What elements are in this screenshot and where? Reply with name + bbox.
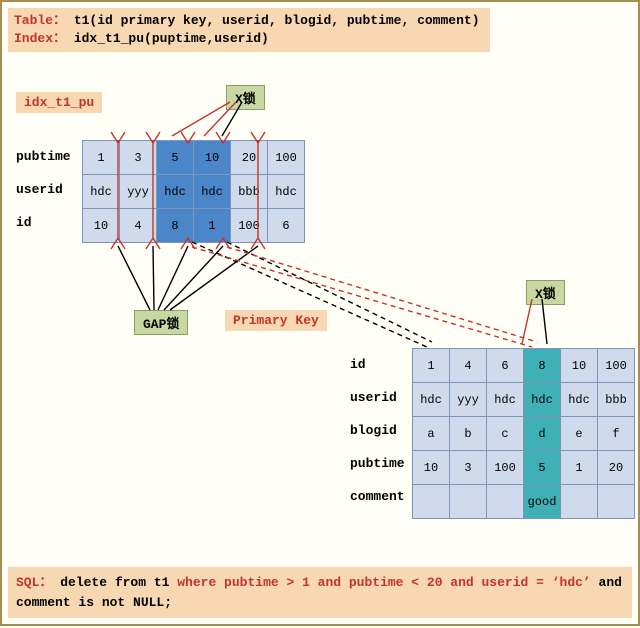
cell: hdc (413, 383, 450, 417)
cell (450, 485, 487, 519)
cell (487, 485, 524, 519)
pk-row-headers: id userid blogid pubtime comment (350, 348, 405, 513)
cell: good (524, 485, 561, 519)
cell: d (524, 417, 561, 451)
cell: 100 (487, 451, 524, 485)
gap-lock-label: GAP锁 (134, 310, 188, 335)
cell: c (487, 417, 524, 451)
sql-where: where pubtime > 1 and pubtime < 20 and u… (177, 575, 590, 590)
cell: bbb (231, 175, 268, 209)
row-header: blogid (350, 414, 405, 447)
cell: hdc (157, 175, 194, 209)
cell: 6 (487, 349, 524, 383)
cell: hdc (487, 383, 524, 417)
cell: 4 (450, 349, 487, 383)
cell: 3 (450, 451, 487, 485)
cell: 10 (561, 349, 598, 383)
cell: 20 (231, 141, 268, 175)
primary-key-table: 146810100hdcyyyhdchdchdcbbbabcdef1031005… (412, 348, 635, 519)
cell: 4 (120, 209, 157, 243)
index-table: 1351020100hdcyyyhdchdcbbbhdc104811006 (82, 140, 305, 243)
cell: 8 (524, 349, 561, 383)
cell: 1 (561, 451, 598, 485)
cell: f (598, 417, 635, 451)
index-name-label: idx_t1_pu (16, 92, 102, 113)
cell: hdc (524, 383, 561, 417)
sql-cmd: delete from t1 (60, 575, 177, 590)
row-header: userid (350, 381, 405, 414)
cell: 5 (157, 141, 194, 175)
cell: 10 (413, 451, 450, 485)
sql-statement: SQL： delete from t1 where pubtime > 1 an… (8, 567, 632, 618)
cell: 10 (194, 141, 231, 175)
cell: a (413, 417, 450, 451)
cell: e (561, 417, 598, 451)
row-header: id (16, 206, 71, 239)
row-header: comment (350, 480, 405, 513)
cell: 100 (231, 209, 268, 243)
cell: 100 (268, 141, 305, 175)
row-header: id (350, 348, 405, 381)
row-header: userid (16, 173, 71, 206)
cell: 5 (524, 451, 561, 485)
cell: hdc (83, 175, 120, 209)
row-header: pubtime (350, 447, 405, 480)
cell: hdc (561, 383, 598, 417)
cell: bbb (598, 383, 635, 417)
table-label: Table： (14, 13, 66, 28)
cell: b (450, 417, 487, 451)
cell: 1 (194, 209, 231, 243)
sql-prefix: SQL： (16, 575, 52, 590)
cell (413, 485, 450, 519)
cell: yyy (450, 383, 487, 417)
cell: 10 (83, 209, 120, 243)
x-lock-label-top: X锁 (226, 85, 265, 110)
index-def: idx_t1_pu(puptime,userid) (74, 31, 269, 46)
cell: 1 (83, 141, 120, 175)
cell: 3 (120, 141, 157, 175)
cell: 1 (413, 349, 450, 383)
primary-key-label: Primary Key (225, 310, 327, 331)
cell (598, 485, 635, 519)
cell: 6 (268, 209, 305, 243)
table-def: t1(id primary key, userid, blogid, pubti… (74, 13, 480, 28)
cell: yyy (120, 175, 157, 209)
x-lock-label-right: X锁 (526, 280, 565, 305)
row-header: pubtime (16, 140, 71, 173)
cell: 100 (598, 349, 635, 383)
cell: 8 (157, 209, 194, 243)
cell: hdc (194, 175, 231, 209)
cell (561, 485, 598, 519)
index-label: Index： (14, 31, 66, 46)
cell: hdc (268, 175, 305, 209)
schema-definition: Table： t1(id primary key, userid, blogid… (8, 8, 490, 52)
cell: 20 (598, 451, 635, 485)
index-row-headers: pubtime userid id (16, 140, 71, 239)
